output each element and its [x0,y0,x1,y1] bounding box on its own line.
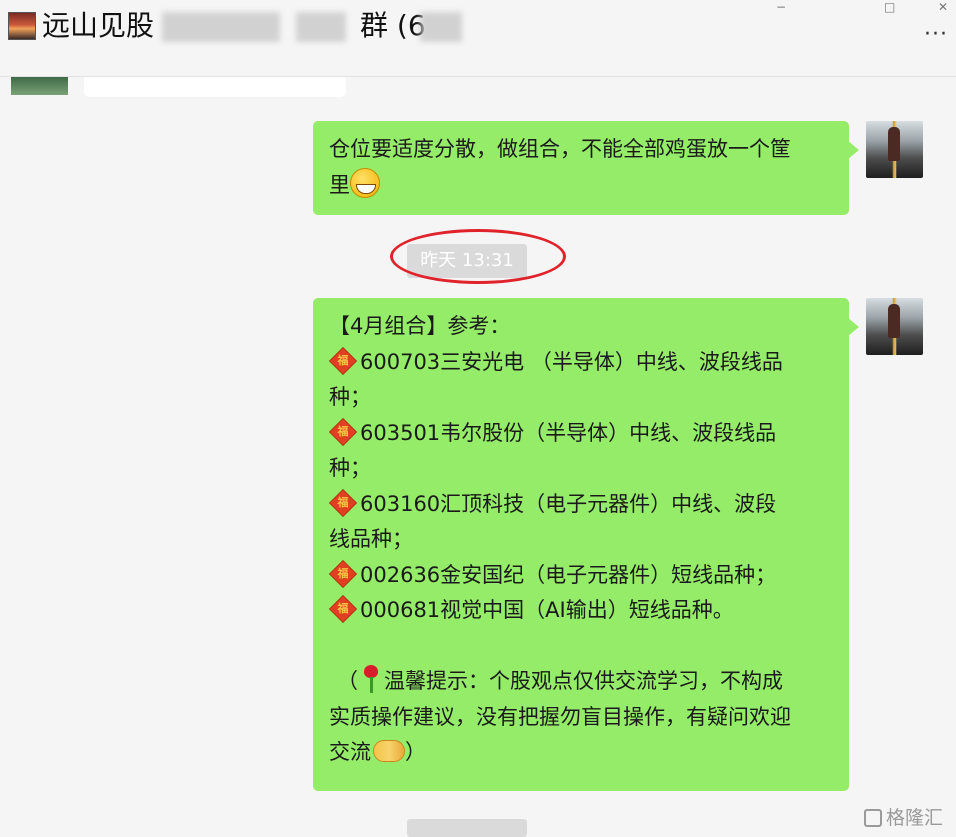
redacted-text [162,12,280,42]
stock-line: 福 002636金安国纪（电子元器件）短线品种； [329,558,835,594]
chat-title-bar: 远山见股 群 (6 − □ ✕ ··· [0,0,956,77]
chat-title: 远山见股 [42,9,155,42]
annotation-circle [390,229,566,284]
fu-diamond-icon: 福 [330,490,356,516]
fu-diamond-icon: 福 [330,561,356,587]
grinning-face-emoji-icon [350,167,380,198]
notice-line: （温馨提示：个股观点仅供交流学习，不构成 [329,664,835,700]
message-header: 【4月组合】参考： [329,314,511,338]
stock-line-cont: 线品种； [329,527,413,551]
maximize-icon[interactable]: □ [884,0,895,14]
stock-line: 福 603501韦尔股份（半导体）中线、波段线品 [329,416,835,452]
avatar[interactable] [866,298,923,355]
message-bubble[interactable]: 【4月组合】参考： 福 600703三安光电 （半导体）中线、波段线品 种； 福6… [313,298,859,791]
notice-line: 交流） [329,740,426,764]
watermark: 格隆汇 [864,803,943,830]
fu-diamond-icon: 福 [330,596,356,622]
stock-line-cont: 种； [329,385,371,409]
stock-line: 福 600703三安光电 （半导体）中线、波段线品 [329,345,835,381]
message-bubble[interactable] [84,77,346,97]
redacted-text [420,12,462,42]
stock-line: 福 603160汇顶科技（电子元器件）中线、波段 [329,487,835,523]
message-bubble[interactable]: 仓位要适度分散，做组合，不能全部鸡蛋放一个筐 里 [313,121,859,215]
group-avatar-icon[interactable] [8,12,36,40]
message-text: 仓位要适度分散，做组合，不能全部鸡蛋放一个筐 [329,137,791,161]
stock-line-cont: 种； [329,456,371,480]
avatar[interactable] [866,121,923,178]
watermark-logo-icon [864,809,882,827]
close-icon[interactable]: ✕ [938,0,948,14]
handshake-icon [373,740,405,762]
stock-line: 福 000681视觉中国（AI输出）短线品种。 [329,593,835,629]
chat-member-count: 群 (6 [360,9,426,42]
redacted-text [296,12,346,42]
rose-icon [360,664,382,694]
notice-line: 实质操作建议，没有把握勿盲目操作，有疑问欢迎 [329,704,791,729]
minimize-icon[interactable]: − [776,0,786,14]
message-text-line: 里 [329,167,835,204]
fu-diamond-icon: 福 [330,348,356,374]
timestamp [407,819,527,837]
more-horizontal-icon[interactable]: ··· [924,22,948,47]
avatar[interactable] [11,77,68,95]
fu-diamond-icon: 福 [330,419,356,445]
